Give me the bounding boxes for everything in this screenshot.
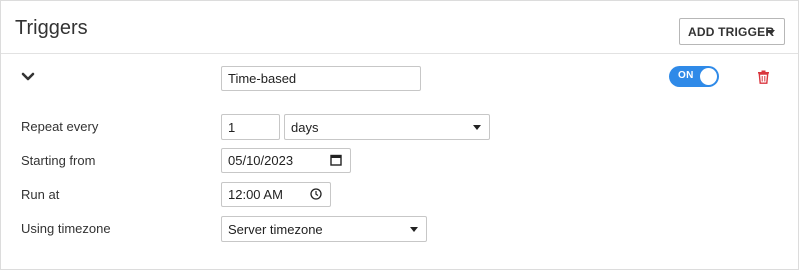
- toggle-knob: [700, 68, 717, 85]
- timezone-label: Using timezone: [21, 221, 111, 236]
- run-at-time-input[interactable]: 12:00 AM: [221, 182, 331, 207]
- triggers-header: Triggers ADD TRIGGER: [1, 1, 798, 54]
- run-at-label: Run at: [21, 187, 60, 202]
- repeat-unit-value: days: [291, 119, 319, 135]
- clock-icon[interactable]: [310, 188, 322, 200]
- add-trigger-button[interactable]: ADD TRIGGER: [679, 18, 785, 45]
- start-date-value: 05/10/2023: [228, 153, 294, 168]
- trash-icon[interactable]: [757, 70, 770, 84]
- starting-from-label: Starting from: [21, 153, 96, 168]
- repeat-count-input[interactable]: 1: [221, 114, 280, 140]
- repeat-unit-select[interactable]: days: [284, 114, 490, 140]
- toggle-on-label: ON: [678, 70, 694, 81]
- run-at-time-value: 12:00 AM: [228, 187, 283, 202]
- timezone-select[interactable]: Server timezone: [221, 216, 427, 242]
- add-trigger-label: ADD TRIGGER: [688, 24, 775, 39]
- caret-down-icon: [410, 227, 418, 232]
- start-date-input[interactable]: 05/10/2023: [221, 148, 351, 173]
- chevron-down-icon[interactable]: [21, 71, 35, 83]
- repeat-every-label: Repeat every: [21, 119, 99, 134]
- caret-down-icon: [473, 125, 481, 130]
- trigger-name-value: Time-based: [228, 71, 297, 86]
- caret-down-icon: [767, 30, 775, 35]
- triggers-panel: Triggers ADD TRIGGER Time-based ON Repea…: [0, 0, 799, 270]
- page-title: Triggers: [15, 17, 88, 39]
- calendar-icon[interactable]: [330, 154, 342, 166]
- timezone-value: Server timezone: [228, 221, 323, 237]
- repeat-count-value: 1: [228, 119, 236, 135]
- trigger-name-input[interactable]: Time-based: [221, 66, 421, 91]
- trigger-enabled-toggle[interactable]: ON: [669, 66, 719, 87]
